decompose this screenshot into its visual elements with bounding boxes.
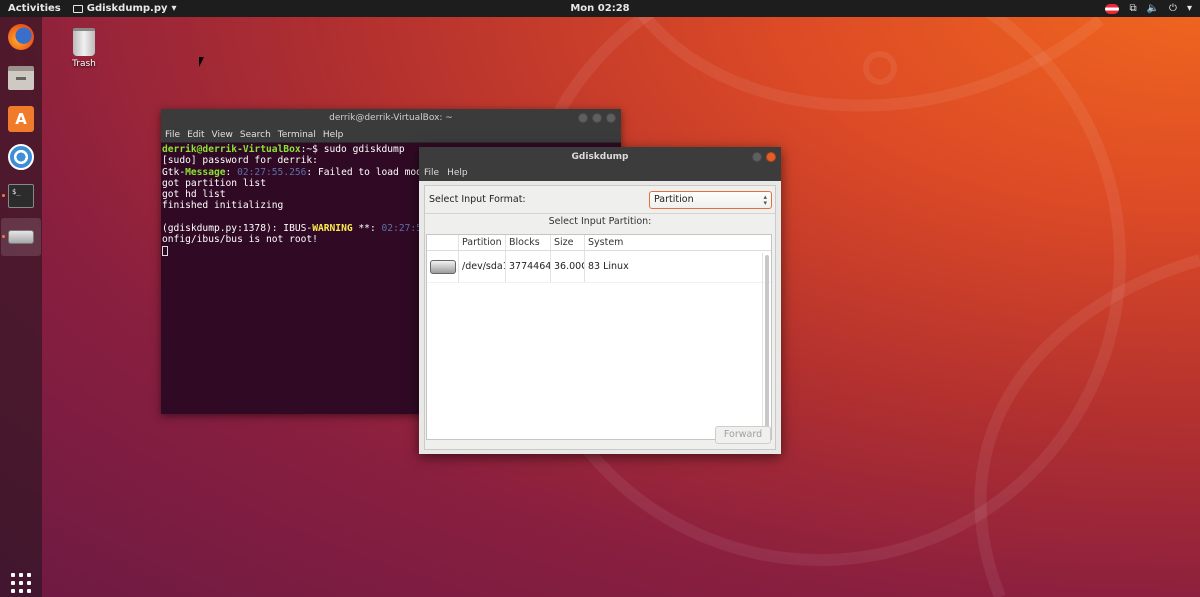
volume-icon[interactable]: 🔈 [1147,3,1159,14]
dock-item-help[interactable] [1,138,41,176]
chevron-down-icon: ▾ [171,3,177,14]
input-format-select[interactable]: Partition ▴ ▾ [649,190,772,209]
column-header-blocks[interactable]: Blocks [506,235,551,250]
menu-file[interactable]: File [424,168,439,181]
gdiskdump-window[interactable]: Gdiskdump File Help Select Input Format:… [419,147,781,454]
scrollbar-thumb[interactable] [765,255,769,433]
ubuntu-software-icon: A [8,106,34,132]
column-header-icon[interactable] [427,235,459,250]
power-icon[interactable]: ⏻ [1169,3,1177,14]
chevron-down-icon[interactable]: ▾ [1187,3,1192,14]
command-text: sudo gdiskdump [323,144,405,155]
dock-item-terminal[interactable]: $_ [1,177,41,215]
close-button[interactable] [766,152,776,162]
menu-view[interactable]: View [212,130,233,142]
dock: A $_ [0,17,42,597]
app-window-icon [72,4,83,13]
app-menu-label: Gdiskdump.py [86,3,168,14]
drive-harddisk-icon [8,230,34,244]
partition-table[interactable]: Partition Blocks Size System /dev/sda1 3… [426,234,772,440]
prompt-user: derrik@derrik-VirtualBox [162,144,301,155]
input-format-row: Select Input Format: Partition ▴ ▾ [425,186,775,214]
gdiskdump-menubar: File Help [419,167,781,181]
up-down-arrows-icon: ▴ ▾ [763,192,767,207]
table-header: Partition Blocks Size System [427,235,771,251]
forward-button[interactable]: Forward [715,426,771,444]
minimize-button[interactable] [578,113,588,123]
firefox-icon [8,24,34,50]
clock[interactable]: Mon 02:28 [570,3,629,14]
menu-terminal[interactable]: Terminal [278,130,316,142]
trash-label: Trash [72,59,96,69]
terminal-cursor [162,245,168,256]
running-indicator [2,235,5,238]
running-indicator [2,194,5,197]
menu-search[interactable]: Search [240,130,271,142]
app-menu[interactable]: Gdiskdump.py ▾ [69,3,177,14]
network-icon[interactable]: ⧉ [1129,3,1136,14]
table-cell-blocks: 37744640 [506,251,551,282]
show-applications-icon[interactable] [11,573,31,593]
maximize-button[interactable] [592,113,602,123]
gdiskdump-titlebar[interactable]: Gdiskdump [419,147,781,167]
desktop-trash[interactable]: Trash [64,28,104,69]
table-cell-system: 83 Linux [588,261,629,272]
input-format-label: Select Input Format: [429,194,526,205]
menu-help[interactable]: Help [323,130,344,142]
activities-button[interactable]: Activities [0,3,69,14]
minimize-button[interactable] [752,152,762,162]
menu-edit[interactable]: Edit [187,130,204,142]
table-row[interactable]: /dev/sda1 37744640 36.00G 83 Linux [427,251,771,283]
terminal-menubar: File Edit View Search Terminal Help [161,128,621,143]
top-bar: Activities Gdiskdump.py ▾ Mon 02:28 ⧉ 🔈 … [0,0,1200,17]
column-header-system[interactable]: System [585,235,755,250]
terminal-titlebar[interactable]: derrik@derrik-VirtualBox: ~ [161,109,621,128]
keyboard-layout-flag-icon[interactable] [1105,3,1120,14]
files-icon [8,66,34,90]
system-tray[interactable]: ⧉ 🔈 ⏻ ▾ [1105,0,1192,17]
close-button[interactable] [606,113,616,123]
dock-item-firefox[interactable] [1,18,41,56]
gdiskdump-content: Select Input Format: Partition ▴ ▾ Select… [424,185,776,450]
partition-heading: Select Input Partition: [548,216,652,227]
menu-file[interactable]: File [165,130,180,142]
drive-harddisk-icon [430,260,456,274]
table-cell-size: 36.00G [551,251,585,282]
menu-help[interactable]: Help [447,168,468,181]
table-scrollbar[interactable] [762,253,770,437]
input-format-value: Partition [654,193,694,205]
dock-item-files[interactable] [1,59,41,97]
table-cell-icon [427,251,459,282]
terminal-icon: $_ [8,184,34,208]
gdiskdump-title: Gdiskdump [571,152,629,162]
prompt-path: :~$ [300,144,324,155]
dock-item-gdiskdump[interactable] [1,218,41,256]
terminal-title: derrik@derrik-VirtualBox: ~ [329,113,453,123]
trash-icon [73,28,95,56]
mouse-pointer-icon [199,57,204,67]
dock-item-software[interactable]: A [1,100,41,138]
column-header-partition[interactable]: Partition [459,235,506,250]
help-icon [8,144,34,170]
column-header-size[interactable]: Size [551,235,585,250]
table-cell-partition: /dev/sda1 [459,251,506,282]
